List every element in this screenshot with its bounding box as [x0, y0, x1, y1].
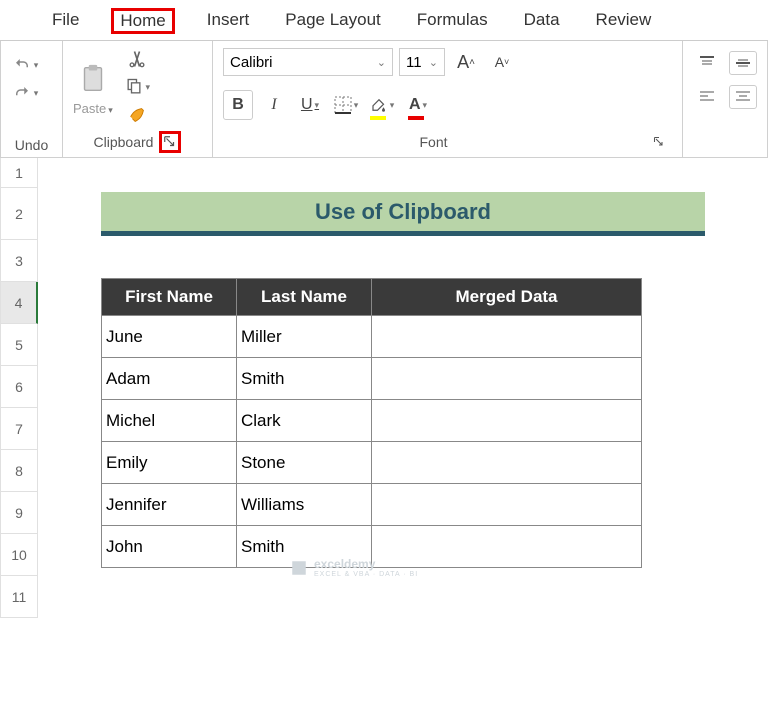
font-name-select[interactable]: Calibri⌄: [223, 48, 393, 76]
cell[interactable]: [372, 316, 642, 358]
cell[interactable]: Jennifer: [102, 484, 237, 526]
font-name-value: Calibri: [230, 54, 273, 71]
sheet-title[interactable]: Use of Clipboard: [101, 192, 705, 236]
cell[interactable]: [372, 484, 642, 526]
cell[interactable]: June: [102, 316, 237, 358]
tab-review[interactable]: Review: [592, 8, 656, 34]
table-header-row: First Name Last Name Merged Data: [102, 279, 642, 316]
bold-button[interactable]: B: [223, 90, 253, 120]
tab-insert[interactable]: Insert: [203, 8, 254, 34]
cut-button[interactable]: [123, 47, 151, 71]
group-font: Calibri⌄ 11⌄ A˄ A˅ B I U A Fo: [213, 41, 683, 157]
cell[interactable]: Smith: [237, 358, 372, 400]
fill-color-button[interactable]: [367, 90, 397, 120]
row-header[interactable]: 3: [0, 240, 38, 282]
header-last-name[interactable]: Last Name: [237, 279, 372, 316]
row-header[interactable]: 8: [0, 450, 38, 492]
tab-file[interactable]: File: [48, 8, 83, 34]
cell[interactable]: Adam: [102, 358, 237, 400]
italic-button[interactable]: I: [259, 90, 289, 120]
paste-label: Paste: [73, 101, 113, 116]
cell[interactable]: Miller: [237, 316, 372, 358]
row-header[interactable]: 1: [0, 158, 38, 188]
tab-page-layout[interactable]: Page Layout: [281, 8, 384, 34]
increase-font-button[interactable]: A˄: [451, 47, 481, 77]
ribbon-tabs: File Home Insert Page Layout Formulas Da…: [0, 0, 768, 41]
row-headers: 1 2 3 4 5 6 7 8 9 10 11: [0, 158, 38, 618]
data-table: First Name Last Name Merged Data JuneMil…: [101, 278, 642, 568]
cell[interactable]: Williams: [237, 484, 372, 526]
font-size-value: 11: [406, 54, 422, 71]
underline-button[interactable]: U: [295, 90, 325, 120]
font-size-select[interactable]: 11⌄: [399, 48, 445, 76]
row-header[interactable]: 5: [0, 324, 38, 366]
undo-button[interactable]: [11, 53, 39, 77]
row-header[interactable]: 4: [0, 282, 38, 324]
tab-home[interactable]: Home: [111, 8, 174, 34]
row-header[interactable]: 10: [0, 534, 38, 576]
borders-button[interactable]: [331, 90, 361, 120]
group-undo: Undo: [1, 41, 63, 157]
table-row: MichelClark: [102, 400, 642, 442]
cell[interactable]: Clark: [237, 400, 372, 442]
row-header[interactable]: 2: [0, 188, 38, 240]
tab-data[interactable]: Data: [520, 8, 564, 34]
paste-button[interactable]: Paste: [73, 59, 113, 116]
watermark-brand: exceldemy: [314, 557, 375, 571]
header-first-name[interactable]: First Name: [102, 279, 237, 316]
group-label-font: Font: [225, 134, 642, 150]
group-alignment: [683, 41, 767, 157]
row-header[interactable]: 7: [0, 408, 38, 450]
cell[interactable]: John: [102, 526, 237, 568]
clipboard-dialog-launcher[interactable]: [159, 131, 181, 153]
cell[interactable]: Michel: [102, 400, 237, 442]
group-label-undo: Undo: [11, 133, 52, 153]
font-color-button[interactable]: A: [403, 90, 433, 120]
tab-formulas[interactable]: Formulas: [413, 8, 492, 34]
cell[interactable]: Emily: [102, 442, 237, 484]
table-row: JenniferWilliams: [102, 484, 642, 526]
cell[interactable]: [372, 442, 642, 484]
align-top-button[interactable]: [693, 51, 721, 75]
watermark: exceldemy EXCEL & VBA · DATA · BI: [290, 557, 418, 578]
table-row: EmilyStone: [102, 442, 642, 484]
align-left-button[interactable]: [693, 85, 721, 109]
redo-button[interactable]: [11, 81, 39, 105]
group-label-clipboard: Clipboard: [94, 134, 154, 150]
copy-button[interactable]: [123, 75, 151, 99]
cell[interactable]: Stone: [237, 442, 372, 484]
font-dialog-launcher[interactable]: [648, 131, 670, 153]
group-clipboard: Paste Clipboard: [63, 41, 213, 157]
row-header[interactable]: 9: [0, 492, 38, 534]
format-painter-button[interactable]: [123, 103, 151, 127]
row-header[interactable]: 6: [0, 366, 38, 408]
align-middle-button[interactable]: [729, 51, 757, 75]
header-merged[interactable]: Merged Data: [372, 279, 642, 316]
watermark-tagline: EXCEL & VBA · DATA · BI: [314, 571, 418, 578]
decrease-font-button[interactable]: A˅: [487, 47, 517, 77]
cell[interactable]: [372, 358, 642, 400]
table-row: JuneMiller: [102, 316, 642, 358]
row-header[interactable]: 11: [0, 576, 38, 618]
align-center-button[interactable]: [729, 85, 757, 109]
ribbon: Undo Paste Clipboard: [0, 41, 768, 158]
cell[interactable]: [372, 400, 642, 442]
worksheet[interactable]: 1 2 3 4 5 6 7 8 9 10 11 Use of Clipboard…: [0, 158, 768, 618]
table-row: AdamSmith: [102, 358, 642, 400]
